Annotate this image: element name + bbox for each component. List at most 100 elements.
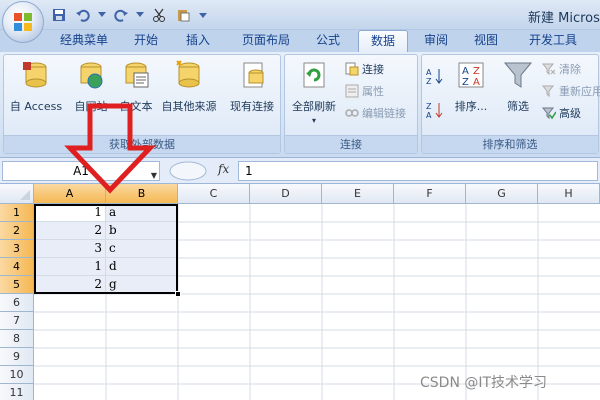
svg-text:A: A [426, 68, 432, 77]
reapply-icon [542, 85, 555, 98]
refresh-all-button[interactable]: 全部刷新 ▾ [287, 59, 341, 125]
cell-a1[interactable]: 1 [34, 204, 106, 222]
cell-b4[interactable]: d [106, 258, 178, 276]
row-header-8[interactable]: 8 [0, 330, 34, 348]
sort-ascending-button[interactable]: AZ [426, 67, 444, 85]
cell-a2[interactable]: 2 [34, 222, 106, 240]
tab-home[interactable]: 开始 [124, 30, 168, 52]
row-header-1[interactable]: 1 [0, 204, 34, 222]
edit-links-button[interactable]: 编辑链接 [345, 105, 406, 121]
tab-page-layout[interactable]: 页面布局 [232, 30, 300, 52]
row-header-4[interactable]: 4 [0, 258, 34, 276]
sort-az-icon: AZ [426, 68, 443, 85]
tab-formulas[interactable]: 公式 [306, 30, 350, 52]
existing-connections-icon [243, 62, 264, 88]
window-title: 新建 Micros [528, 11, 600, 26]
existing-connections-button[interactable]: 现有连接 [224, 59, 280, 114]
tab-classic-menu[interactable]: 经典菜单 [48, 30, 120, 52]
sort-za-icon: ZA [426, 102, 443, 119]
office-button[interactable] [2, 1, 44, 43]
web-globe-icon [80, 62, 103, 89]
connections-button[interactable]: 连接 [345, 61, 384, 77]
select-all-corner[interactable] [0, 184, 34, 204]
advanced-filter-icon [542, 107, 556, 120]
column-header-d[interactable]: D [250, 184, 322, 204]
link-icon [345, 109, 359, 117]
cell-b5[interactable]: g [106, 276, 178, 294]
column-header-e[interactable]: E [322, 184, 394, 204]
fill-handle[interactable] [175, 291, 181, 297]
reapply-button[interactable]: 重新应用 [542, 83, 600, 99]
advanced-button[interactable]: 高级 [542, 105, 581, 121]
tab-review[interactable]: 审阅 [414, 30, 458, 52]
column-header-g[interactable]: G [466, 184, 538, 204]
cell-a3[interactable]: 3 [34, 240, 106, 258]
from-other-sources-button[interactable]: 自其他来源 [154, 59, 224, 114]
title-bar: 新建 Micros [0, 0, 600, 43]
formula-bar-buttons: fx [166, 161, 236, 181]
edit-links-label: 编辑链接 [362, 107, 406, 120]
insert-function-icon[interactable]: fx [218, 162, 229, 176]
svg-text:Z: Z [426, 102, 432, 111]
connections-label: 连接 [362, 63, 384, 76]
sort-button[interactable]: A Z Z A 排序... [448, 59, 494, 114]
connections-icon [345, 62, 359, 76]
refresh-all-icon [303, 62, 325, 88]
tab-insert[interactable]: 插入 [176, 30, 220, 52]
row-header-3[interactable]: 3 [0, 240, 34, 258]
tab-developer[interactable]: 开发工具 [518, 30, 588, 52]
properties-button[interactable]: 属性 [345, 83, 384, 99]
row-header-2[interactable]: 2 [0, 222, 34, 240]
clear-filter-icon [542, 63, 556, 76]
filter-funnel-icon [503, 62, 533, 88]
reapply-label: 重新应用 [559, 85, 600, 98]
qat-customize-icon[interactable] [198, 6, 208, 24]
watermark: CSDN @IT技术学习 [420, 375, 548, 391]
svg-text:A: A [462, 66, 469, 77]
cut-icon[interactable] [150, 6, 168, 24]
properties-label: 属性 [362, 85, 384, 98]
filter-label: 筛选 [507, 100, 529, 113]
undo-dropdown-icon[interactable] [98, 6, 106, 24]
clear-button[interactable]: 清除 [542, 61, 581, 77]
save-icon[interactable] [50, 6, 68, 24]
ribbon-tabs: 经典菜单 开始 插入 页面布局 公式 数据 审阅 视图 开发工具 [0, 30, 600, 52]
office-logo-icon [14, 13, 32, 31]
column-header-f[interactable]: F [394, 184, 466, 204]
column-header-h[interactable]: H [538, 184, 600, 204]
advanced-label: 高级 [559, 107, 581, 120]
worksheet-grid: A B C D E F G H 1 2 3 4 5 6 7 8 9 10 11 … [0, 184, 600, 400]
group-label-sort-filter: 排序和筛选 [422, 135, 598, 153]
cell-b1[interactable]: a [106, 204, 178, 222]
column-header-c[interactable]: C [178, 184, 250, 204]
redo-dropdown-icon[interactable] [136, 6, 144, 24]
sort-descending-button[interactable]: ZA [426, 101, 444, 119]
tab-data[interactable]: 数据 [358, 30, 408, 52]
group-connections: 全部刷新 ▾ 连接 属性 编辑链接 连接 [284, 54, 418, 154]
cell-b3[interactable]: c [106, 240, 178, 258]
filter-button[interactable]: 筛选 [496, 59, 540, 114]
row-header-5[interactable]: 5 [0, 276, 34, 294]
red-annotation-arrow-icon [64, 103, 156, 194]
redo-icon[interactable] [112, 6, 130, 24]
row-header-6[interactable]: 6 [0, 294, 34, 312]
cell-a5[interactable]: 2 [34, 276, 106, 294]
from-access-button[interactable]: 自 Access [6, 59, 66, 114]
undo-icon[interactable] [74, 6, 92, 24]
other-sources-icon [176, 60, 200, 88]
cell-a4[interactable]: 1 [34, 258, 106, 276]
refresh-dropdown-icon[interactable]: ▾ [287, 116, 341, 125]
cell-b2[interactable]: b [106, 222, 178, 240]
row-header-9[interactable]: 9 [0, 348, 34, 366]
svg-text:A: A [426, 111, 432, 119]
row-header-11[interactable]: 11 [0, 384, 34, 400]
text-file-icon [125, 62, 149, 88]
paste-icon[interactable] [174, 6, 192, 24]
clear-label: 清除 [559, 63, 581, 76]
row-header-7[interactable]: 7 [0, 312, 34, 330]
sort-label: 排序... [454, 100, 488, 113]
access-database-icon [23, 62, 47, 88]
row-header-10[interactable]: 10 [0, 366, 34, 384]
tab-view[interactable]: 视图 [464, 30, 508, 52]
formula-input[interactable]: 1 [238, 161, 598, 181]
